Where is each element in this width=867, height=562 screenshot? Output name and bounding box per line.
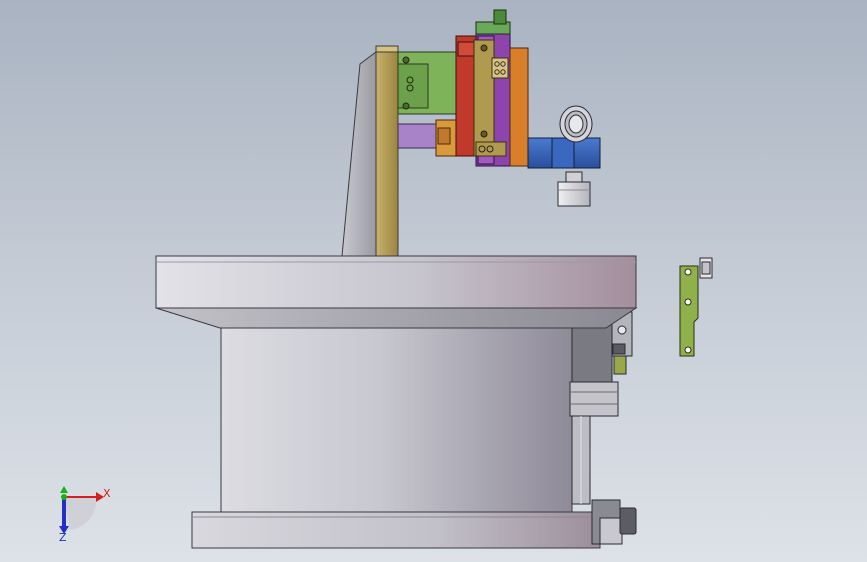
floating-plate (679, 257, 713, 357)
assembly-drawing[interactable] (0, 0, 867, 562)
orientation-triad (59, 486, 104, 534)
triad-y-axis (61, 494, 67, 500)
wedge-support (341, 51, 377, 257)
orange-clamp (435, 119, 459, 157)
vertical-bracket (375, 45, 399, 257)
axis-x-label: X (103, 487, 111, 500)
base-plate (191, 511, 601, 549)
rail (491, 57, 509, 79)
lavender-arm (397, 123, 441, 149)
top-plate (155, 255, 637, 309)
axis-z-label: Z (59, 531, 67, 544)
top-fitting (475, 9, 511, 35)
top-plate-chamfer (155, 307, 638, 329)
orange-bar (509, 47, 529, 167)
cad-viewport[interactable]: X Z (0, 0, 867, 562)
bearing-ring (559, 105, 593, 143)
blue-cylinder (527, 137, 601, 169)
cylinder-body (220, 327, 573, 513)
puck (557, 171, 591, 207)
side-mechanism (569, 311, 637, 545)
